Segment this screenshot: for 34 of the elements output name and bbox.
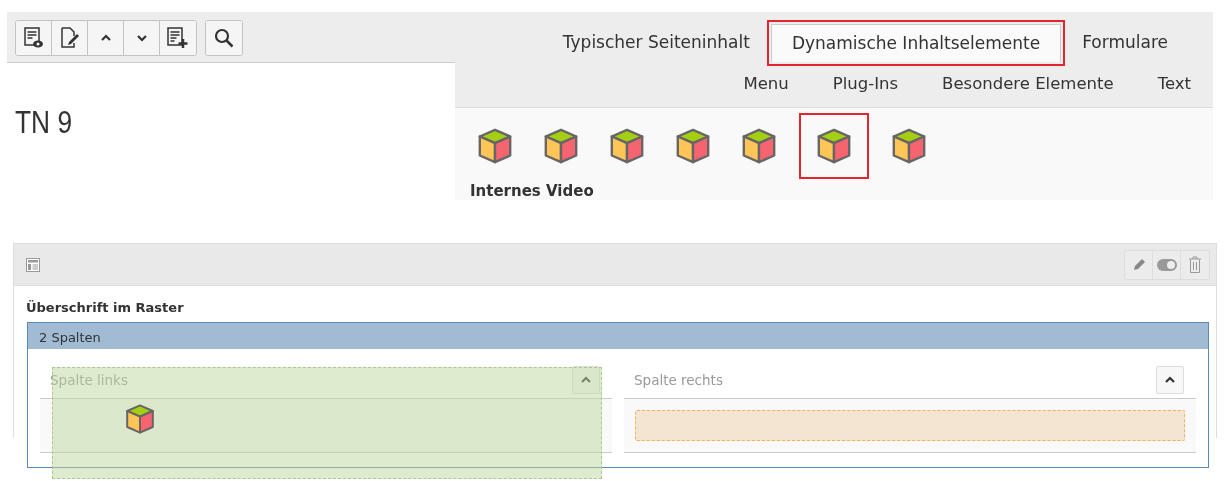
edit-document-icon (59, 27, 80, 49)
cube-icon (674, 127, 712, 165)
element-heading: Überschrift im Raster (26, 299, 185, 317)
preview-button[interactable] (16, 21, 52, 55)
add-document-icon (167, 27, 189, 49)
element-title: Internes Video (470, 181, 595, 202)
cube-icon (124, 402, 156, 435)
cube-icon (815, 127, 853, 165)
wizard-subtab[interactable]: Text (1135, 72, 1213, 97)
wizard-tab[interactable]: Formulare (1061, 24, 1189, 62)
cube-icon (476, 127, 514, 165)
toggle-icon (1156, 258, 1177, 271)
grid-label: 2 Spalten (28, 322, 1208, 349)
chevron-up-icon (99, 34, 112, 42)
trash-icon (1188, 255, 1202, 274)
page-heading: TN 9 (15, 107, 74, 138)
wizard-subtab[interactable]: Plug-Ins (810, 72, 921, 97)
cube-icon (740, 127, 778, 165)
collapse-button[interactable] (1156, 366, 1184, 394)
column-title: Spalte rechts (634, 370, 723, 390)
chevron-up-icon (1164, 376, 1176, 384)
chevron-down-icon (135, 34, 148, 42)
grid-layout-icon (26, 257, 40, 272)
wizard-subtab[interactable]: Menu (721, 72, 811, 97)
cube-icon (608, 127, 646, 165)
cube-icon (542, 127, 580, 165)
cube-icon (890, 127, 928, 165)
content-element-button[interactable] (799, 113, 869, 179)
search-button[interactable] (206, 21, 242, 55)
wizard-subtab[interactable]: Besondere Elemente (920, 72, 1136, 97)
wizard-tab[interactable]: Typischer Seiteninhalt (541, 24, 771, 62)
search-icon (214, 28, 234, 48)
preview-icon (23, 27, 44, 49)
chevron-up-icon (580, 376, 592, 384)
